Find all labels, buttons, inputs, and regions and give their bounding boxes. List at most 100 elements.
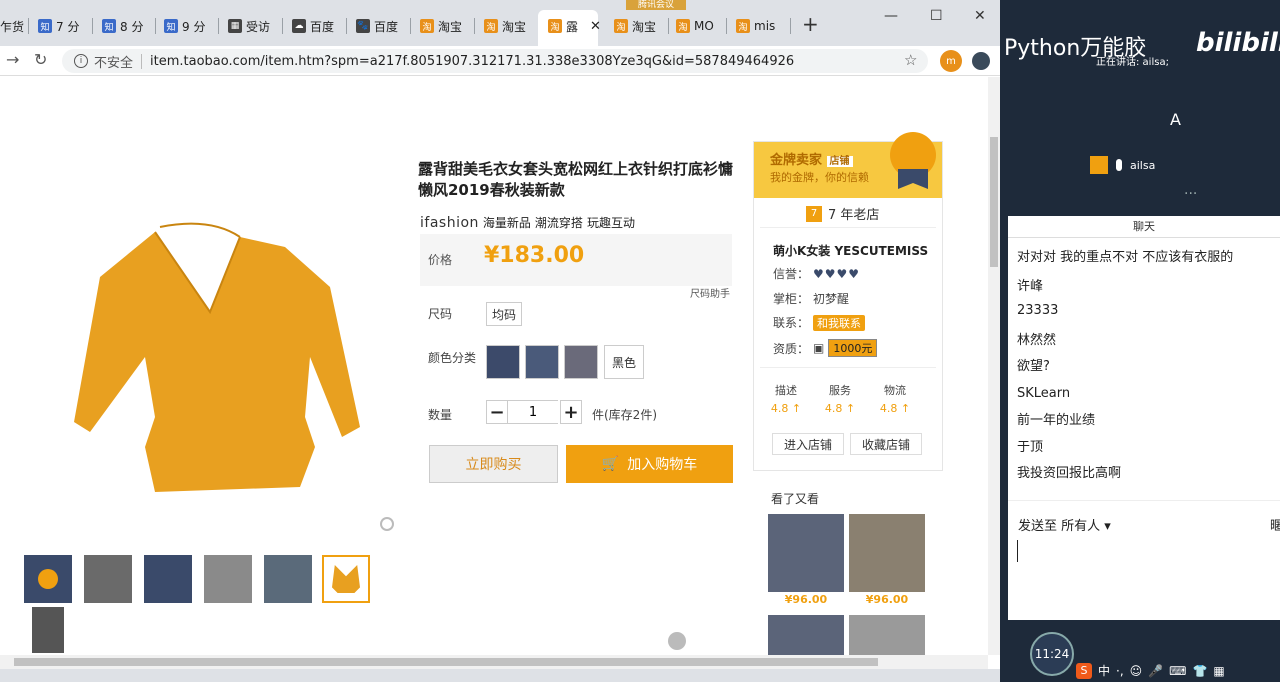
- chat-input-caret[interactable]: [1017, 540, 1018, 562]
- size-option[interactable]: 均码: [486, 302, 522, 326]
- bookmark-star-icon[interactable]: ☆: [904, 51, 917, 69]
- recommendation-image[interactable]: [768, 514, 844, 592]
- sogou-ime-icon[interactable]: S: [1076, 662, 1092, 679]
- horizontal-scrollbar[interactable]: [0, 655, 988, 669]
- tab-label: 淘宝: [502, 19, 527, 34]
- vertical-scrollbar[interactable]: [988, 77, 1000, 655]
- size-chart-link[interactable]: 尺码助手: [690, 285, 730, 300]
- thumbnail[interactable]: [32, 607, 64, 653]
- thumbnail[interactable]: [84, 555, 132, 603]
- divider: [760, 367, 936, 368]
- deposit-badge[interactable]: 1000元: [828, 339, 878, 357]
- tab-9-active[interactable]: 淘露 ✕: [548, 14, 601, 38]
- maximize-icon[interactable]: ☐: [930, 8, 943, 24]
- gold-seller-title: 金牌卖家 店铺: [770, 149, 853, 168]
- tab-label: 8 分: [120, 19, 144, 34]
- tab-0[interactable]: 乍货: [0, 14, 24, 38]
- color-swatch[interactable]: [486, 345, 520, 379]
- reload-icon[interactable]: ↻: [34, 50, 47, 69]
- tab-4[interactable]: ▦ 受访: [228, 14, 270, 38]
- tab-11[interactable]: 淘 MO: [676, 14, 714, 38]
- close-tab-icon[interactable]: ✕: [590, 19, 601, 34]
- favorite-shop-button[interactable]: 收藏店铺: [850, 433, 922, 455]
- tab-label: 露: [566, 19, 579, 34]
- forward-icon[interactable]: →: [6, 50, 19, 69]
- brand-tag[interactable]: 海量新品: [483, 214, 531, 231]
- tab-6[interactable]: 🐾 百度: [356, 14, 398, 38]
- chat-message: 前一年的业绩: [1017, 413, 1096, 428]
- more-icon[interactable]: ···: [1184, 186, 1197, 202]
- tab-separator: [28, 18, 29, 34]
- tab-10[interactable]: 淘淘宝: [614, 14, 656, 38]
- profile-avatar[interactable]: m: [940, 50, 962, 72]
- score-service: 服务 4.8 ↑: [824, 384, 856, 415]
- zoom-icon[interactable]: [380, 517, 394, 531]
- brand-tag[interactable]: 玩趣互动: [587, 214, 635, 231]
- ime-mode-icon[interactable]: 中: [1098, 662, 1110, 679]
- tab-3[interactable]: 知 9 分: [164, 14, 205, 38]
- quantity-minus-button[interactable]: −: [486, 400, 508, 424]
- tab-7[interactable]: 淘淘宝: [420, 14, 462, 38]
- tab-12[interactable]: 淘 mis: [736, 14, 775, 38]
- skin-icon[interactable]: 👕: [1192, 664, 1207, 678]
- thumbnail[interactable]: [144, 555, 192, 603]
- quantity-input[interactable]: 1: [508, 400, 558, 424]
- chat-header: 聊天: [1008, 216, 1280, 238]
- tab-5[interactable]: ☁ 百度: [292, 14, 334, 38]
- owner-row: 掌柜： 初梦醒: [773, 290, 849, 307]
- product-main-image: [74, 222, 360, 492]
- keyboard-icon[interactable]: ⌨: [1169, 664, 1186, 678]
- speaker-row: ailsa: [1090, 156, 1155, 174]
- microphone-icon: [1116, 159, 1122, 171]
- tab-separator: [726, 18, 727, 34]
- color-swatch[interactable]: [525, 345, 559, 379]
- voice-input-icon[interactable]: 🎤: [1148, 664, 1163, 678]
- owner-name[interactable]: 初梦醒: [813, 290, 849, 307]
- tab-label: MO: [694, 19, 714, 33]
- recommendation-price: ¥96.00: [784, 593, 828, 606]
- close-window-icon[interactable]: ✕: [974, 8, 986, 24]
- brand-tag[interactable]: 潮流穿搭: [535, 214, 583, 231]
- info-icon[interactable]: i: [74, 54, 88, 68]
- send-to-dropdown[interactable]: 发送至 所有人 ▾: [1018, 515, 1111, 534]
- tab-separator: [346, 18, 347, 34]
- tab-label: 乍货: [0, 19, 25, 34]
- emoji-icon[interactable]: ☺: [1130, 664, 1143, 678]
- quantity-plus-button[interactable]: +: [560, 400, 582, 424]
- toolbox-icon[interactable]: ▦: [1213, 664, 1224, 678]
- video-thumbnail[interactable]: [24, 555, 72, 603]
- send-button-partial[interactable]: 暱: [1270, 515, 1280, 534]
- speaking-indicator: 正在讲话: ailsa;: [1096, 57, 1169, 68]
- enter-shop-button[interactable]: 进入店铺: [772, 433, 844, 455]
- tab-2[interactable]: 知 8 分: [102, 14, 143, 38]
- color-option-black[interactable]: 黑色: [604, 345, 644, 379]
- add-to-cart-button[interactable]: 🛒 加入购物车: [566, 445, 733, 483]
- contact-button[interactable]: 和我联系: [813, 314, 866, 331]
- insecure-label: 不安全: [94, 55, 134, 71]
- thumbnail[interactable]: [204, 555, 252, 603]
- scroll-thumb[interactable]: [14, 658, 878, 666]
- cart-icon: 🛒: [601, 456, 620, 472]
- recommendation-image[interactable]: [849, 514, 925, 592]
- recommendation-image[interactable]: [849, 615, 925, 655]
- tab-label: 百度: [374, 19, 399, 34]
- thumbnail[interactable]: [264, 555, 312, 603]
- recommendation-image[interactable]: [768, 615, 844, 655]
- tab-1[interactable]: 知 7 分: [38, 14, 79, 38]
- minimize-icon[interactable]: —: [884, 8, 898, 24]
- color-swatch[interactable]: [564, 345, 598, 379]
- bilibili-logo: bilibili: [1196, 28, 1280, 58]
- price-value: ¥183.00: [484, 243, 585, 268]
- page-content: 露背甜美毛衣女套头宽松网红上衣针织打底衫慵懒风2019春秋装新款 ifashio…: [0, 77, 988, 655]
- punctuation-icon[interactable]: ·,: [1116, 664, 1124, 678]
- tab-8[interactable]: 淘淘宝: [484, 14, 526, 38]
- shop-years-text: 7 年老店: [828, 208, 880, 223]
- taobao-icon: 淘: [548, 19, 562, 33]
- buy-now-button[interactable]: 立即购买: [429, 445, 558, 483]
- scroll-thumb[interactable]: [990, 137, 998, 267]
- new-tab-button[interactable]: +: [802, 12, 819, 36]
- extension-icon[interactable]: [972, 52, 990, 70]
- shop-name[interactable]: 萌小K女装 YESCUTEMISS: [773, 242, 928, 259]
- thumbnail-selected[interactable]: [322, 555, 370, 603]
- address-bar[interactable]: i 不安全 item.taobao.com/item.htm?spm=a217f…: [62, 49, 928, 73]
